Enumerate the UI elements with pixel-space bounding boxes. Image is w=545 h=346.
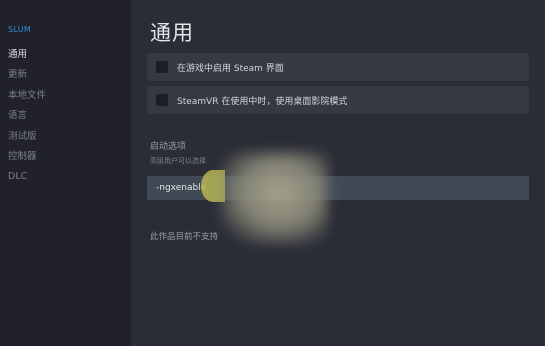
sidebar-item-general[interactable]: 通用	[8, 48, 46, 68]
steam-overlay-option[interactable]: 在游戏中启用 Steam 界面	[147, 53, 529, 81]
desktop-theater-label: SteamVR 在使用中时，使用桌面影院模式	[177, 96, 348, 107]
sidebar-item-betas[interactable]: 测试版	[8, 130, 46, 150]
launch-options-description: 高级用户可以选择	[150, 157, 206, 165]
desktop-theater-checkbox[interactable]	[156, 94, 168, 106]
sidebar-item-controller[interactable]: 控制器	[8, 150, 46, 170]
sidebar: SLUM 通用 更新 本地文件 语言 测试版 控制器 DLC	[0, 0, 131, 346]
blurred-overlay	[220, 152, 328, 244]
page-title: 通用	[150, 21, 194, 45]
sidebar-item-dlc[interactable]: DLC	[8, 170, 46, 190]
main-panel: 通用 在游戏中启用 Steam 界面 SteamVR 在使用中时，使用桌面影院模…	[131, 0, 545, 346]
sidebar-item-updates[interactable]: 更新	[8, 68, 46, 88]
sidebar-item-language[interactable]: 语言	[8, 109, 46, 129]
unsupported-note: 此作品目前不支持	[150, 232, 219, 242]
launch-options-heading: 启动选项	[150, 142, 187, 152]
sidebar-game-title: SLUM	[8, 25, 32, 34]
desktop-theater-option[interactable]: SteamVR 在使用中时，使用桌面影院模式	[147, 86, 529, 114]
sidebar-nav: 通用 更新 本地文件 语言 测试版 控制器 DLC	[8, 48, 46, 191]
steam-overlay-checkbox[interactable]	[156, 61, 168, 73]
steam-overlay-label: 在游戏中启用 Steam 界面	[177, 63, 284, 74]
sidebar-item-local-files[interactable]: 本地文件	[8, 89, 46, 109]
